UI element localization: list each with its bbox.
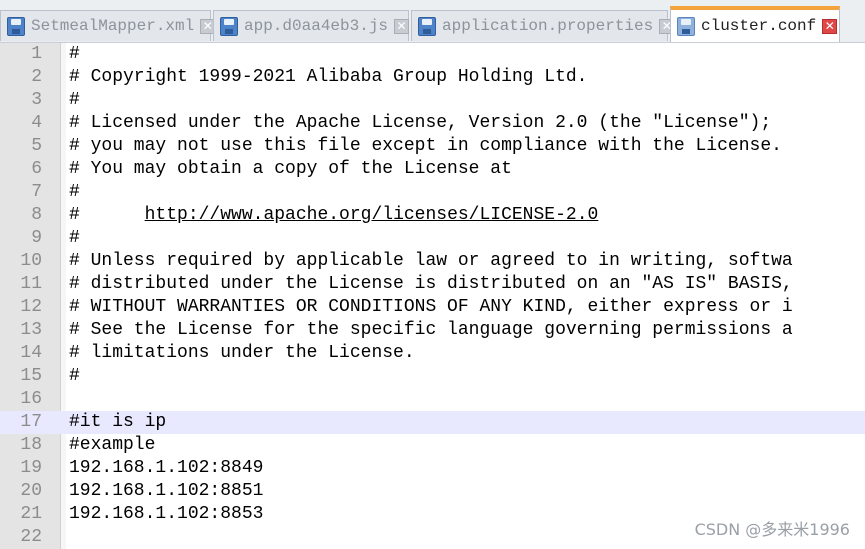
line-number: 13 [20,320,42,340]
line-text: # See the License for the specific langu… [69,320,793,340]
line-number: 10 [20,251,42,271]
code-line[interactable]: 7 # [0,181,865,204]
code-line[interactable]: 10 # Unless required by applicable law or… [0,250,865,273]
tab-label: SetmealMapper.xml [31,17,195,35]
save-disk-icon [220,16,238,36]
tab-bar: SetmealMapper.xml ✕ app.d0aa4eb3.js ✕ ap… [0,0,865,43]
save-disk-icon [7,16,25,36]
line-text: # WITHOUT WARRANTIES OR CONDITIONS OF AN… [69,297,793,317]
editor[interactable]: 1 # 2 # Copyright 1999-2021 Alibaba Group … [0,43,865,549]
line-number: 12 [20,297,42,317]
line-text: 192.168.1.102:8851 [69,481,264,501]
line-text: # [69,228,80,248]
code-line[interactable]: 19 192.168.1.102:8849 [0,457,865,480]
line-number: 9 [31,228,42,248]
tab-label: app.d0aa4eb3.js [244,17,389,35]
line-number: 21 [20,504,42,524]
line-number: 1 [31,44,42,64]
line-number: 15 [20,366,42,386]
line-text: # Unless required by applicable law or a… [69,251,793,271]
line-text: #it is ip [69,412,167,432]
tab-app-js[interactable]: app.d0aa4eb3.js ✕ [213,10,410,41]
line-number: 14 [20,343,42,363]
close-icon[interactable]: ✕ [822,18,838,34]
line-number: 2 [31,67,42,87]
code-line[interactable]: 16 [0,388,865,411]
tab-label: cluster.conf [701,17,817,35]
code-line[interactable]: 2 # Copyright 1999-2021 Alibaba Group Hol… [0,66,865,89]
line-number: 5 [31,136,42,156]
code-line[interactable]: 11 # distributed under the License is dis… [0,273,865,296]
line-text: # [69,182,80,202]
code-line[interactable]: 5 # you may not use this file except in c… [0,135,865,158]
line-text: #example [69,435,156,455]
line-text: # Copyright 1999-2021 Alibaba Group Hold… [69,67,588,87]
csdn-watermark: CSDN @多来米1996 [694,520,850,539]
save-disk-icon [418,16,436,36]
line-text: # you may not use this file except in co… [69,136,782,156]
line-number: 4 [31,113,42,133]
line-number: 6 [31,159,42,179]
line-text: # [69,44,80,64]
line-text: # [69,90,80,110]
code-lines: 1 # 2 # Copyright 1999-2021 Alibaba Group … [0,43,865,549]
line-text: # http://www.apache.org/licenses/LICENSE… [69,204,598,227]
line-number: 11 [20,274,42,294]
code-line[interactable]: 9 # [0,227,865,250]
code-line[interactable]: 20 192.168.1.102:8851 [0,480,865,503]
code-line[interactable]: 12 # WITHOUT WARRANTIES OR CONDITIONS OF … [0,296,865,319]
comment-prefix: # [69,205,145,225]
code-line[interactable]: 4 # Licensed under the Apache License, Ve… [0,112,865,135]
code-line[interactable]: 13 # See the License for the specific lan… [0,319,865,342]
line-number: 7 [31,182,42,202]
code-line[interactable]: 8 # http://www.apache.org/licenses/LICENS… [0,204,865,227]
code-line[interactable]: 14 # limitations under the License. [0,342,865,365]
line-number: 3 [31,90,42,110]
line-number: 18 [20,435,42,455]
line-number: 17 [20,412,42,432]
license-link[interactable]: http://www.apache.org/licenses/LICENSE-2… [145,205,599,225]
line-text: 192.168.1.102:8849 [69,458,264,478]
line-number: 16 [20,389,42,409]
line-text: # You may obtain a copy of the License a… [69,159,512,179]
line-number: 20 [20,481,42,501]
current-code-line[interactable]: 17 #it is ip [0,411,865,434]
close-icon[interactable]: ✕ [394,18,410,34]
line-number: 22 [20,527,42,547]
tab-application-properties[interactable]: application.properties ✕ [411,10,675,41]
code-line[interactable]: 3 # [0,89,865,112]
tab-setmealmapper-xml[interactable]: SetmealMapper.xml ✕ [0,10,216,41]
line-text: # limitations under the License. [69,343,415,363]
tab-cluster-conf[interactable]: cluster.conf ✕ [670,6,840,42]
line-number: 19 [20,458,42,478]
code-line[interactable]: 6 # You may obtain a copy of the License … [0,158,865,181]
line-text: # distributed under the License is distr… [69,274,793,294]
code-line[interactable]: 1 # [0,43,865,66]
line-text: # Licensed under the Apache License, Ver… [69,113,772,133]
line-text: 192.168.1.102:8853 [69,504,264,524]
tab-label: application.properties [442,17,654,35]
code-line[interactable]: 18 #example [0,434,865,457]
save-disk-icon [677,16,695,36]
line-text: # [69,366,80,386]
code-line[interactable]: 15 # [0,365,865,388]
line-number: 8 [31,205,42,225]
